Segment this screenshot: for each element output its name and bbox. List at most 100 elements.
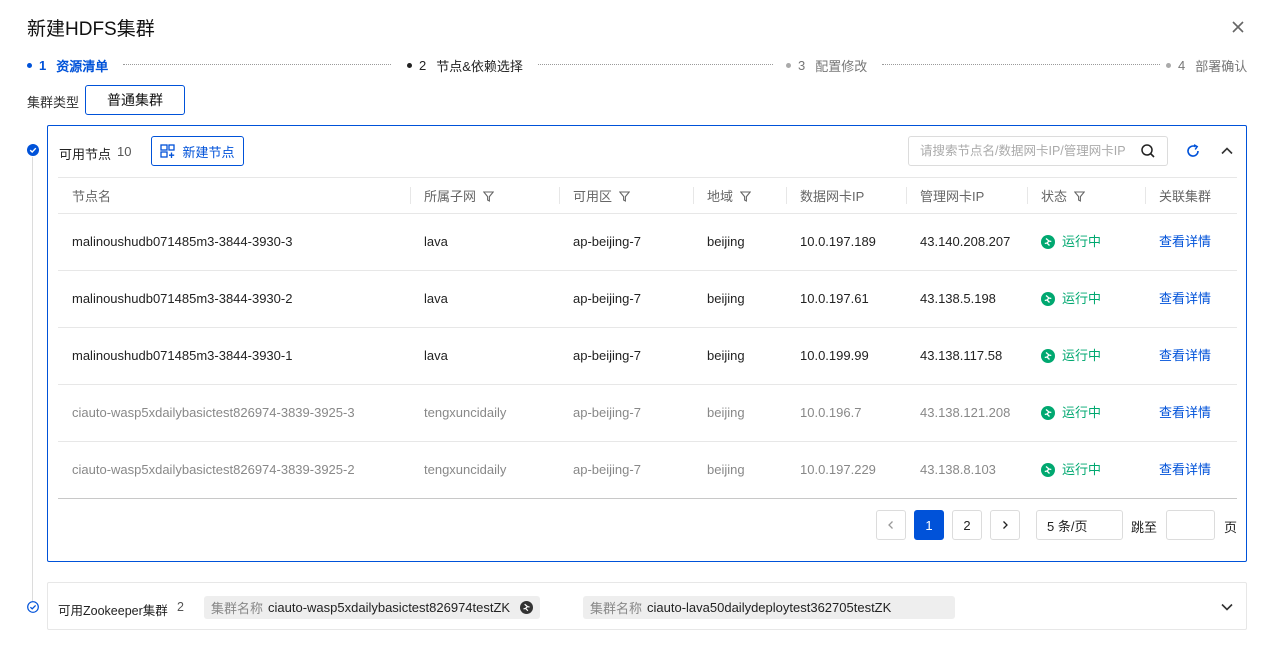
step-config[interactable]: 3 配置修改 [786, 56, 867, 75]
cell-region: beijing [693, 384, 786, 442]
jump-page-input[interactable] [1166, 510, 1215, 540]
table-row[interactable]: malinoushudb071485m3-3844-3930-2 lava ap… [58, 270, 1237, 328]
view-details-link[interactable]: 查看详情 [1159, 405, 1211, 420]
cell-node-name: ciauto-wasp5xdailybasictest826974-3839-3… [58, 441, 410, 499]
zookeeper-count: 2 [177, 600, 184, 614]
chevron-left-icon [888, 521, 893, 529]
cell-subnet: tengxuncidaily [410, 384, 559, 442]
cell-mgmt-ip: 43.138.8.103 [906, 441, 1027, 499]
prev-page-button[interactable] [876, 510, 906, 540]
table-row[interactable]: ciauto-wasp5xdailybasictest826974-3839-3… [58, 441, 1237, 499]
running-status-icon [1041, 235, 1055, 249]
zookeeper-panel: 可用Zookeeper集群 2 集群名称 ciauto-wasp5xdailyb… [47, 582, 1247, 630]
step-connector [123, 64, 391, 65]
available-nodes-panel: 可用节点 10 新建节点 节点名 所属子网 可用区 地域 [47, 125, 1247, 562]
cell-action: 查看详情 [1145, 270, 1237, 328]
view-details-link[interactable]: 查看详情 [1159, 291, 1211, 306]
cell-status: 运行中 [1027, 441, 1145, 499]
cell-zone: ap-beijing-7 [559, 441, 693, 499]
page-suffix-label: 页 [1224, 520, 1238, 535]
filter-icon[interactable] [483, 191, 495, 202]
check-circle-filled-icon [27, 144, 39, 156]
cell-mgmt-ip: 43.138.5.198 [906, 270, 1027, 328]
table-header-row: 节点名 所属子网 可用区 地域 数据网卡IP 管理网卡IP 状态 关联集群 [58, 177, 1237, 214]
cell-status: 运行中 [1027, 270, 1145, 328]
page-button-2[interactable]: 2 [952, 510, 982, 540]
column-header-data-ip: 数据网卡IP [786, 177, 906, 214]
cell-zone: ap-beijing-7 [559, 270, 693, 328]
step-dot [786, 63, 791, 68]
column-header-region: 地域 [693, 177, 786, 214]
cell-region: beijing [693, 213, 786, 271]
chevron-down-icon[interactable] [1219, 599, 1235, 615]
chevron-right-icon [1003, 521, 1008, 529]
jump-label: 跳至 [1131, 520, 1158, 535]
page-button-1[interactable]: 1 [914, 510, 944, 540]
search-icon[interactable] [1140, 143, 1156, 159]
cell-zone: ap-beijing-7 [559, 213, 693, 271]
cell-data-ip: 10.0.199.99 [786, 327, 906, 385]
search-input[interactable] [908, 136, 1168, 166]
table-row[interactable]: malinoushudb071485m3-3844-3930-3 lava ap… [58, 213, 1237, 271]
cell-node-name: ciauto-wasp5xdailybasictest826974-3839-3… [58, 384, 410, 442]
timeline-line [32, 157, 33, 603]
step-dot [407, 63, 412, 68]
next-page-button[interactable] [990, 510, 1020, 540]
cell-zone: ap-beijing-7 [559, 384, 693, 442]
cell-status: 运行中 [1027, 213, 1145, 271]
view-details-link[interactable]: 查看详情 [1159, 348, 1211, 363]
step-resource-list[interactable]: 1 资源清单 [27, 56, 108, 75]
new-node-button[interactable]: 新建节点 [151, 136, 244, 166]
zookeeper-cluster-tag[interactable]: 集群名称 ciauto-lava50dailydeploytest362705t… [583, 596, 955, 619]
nodes-table: 节点名 所属子网 可用区 地域 数据网卡IP 管理网卡IP 状态 关联集群 ma… [58, 177, 1237, 499]
cell-action: 查看详情 [1145, 384, 1237, 442]
view-details-link[interactable]: 查看详情 [1159, 234, 1211, 249]
cluster-type-button[interactable]: 普通集群 [85, 85, 185, 115]
column-header-node-name: 节点名 [58, 177, 410, 214]
cell-action: 查看详情 [1145, 213, 1237, 271]
zookeeper-cluster-tag[interactable]: 集群名称 ciauto-wasp5xdailybasictest826974te… [204, 596, 541, 619]
cell-subnet: tengxuncidaily [410, 441, 559, 499]
cluster-type-label: 集群类型 [27, 95, 80, 110]
cell-status: 运行中 [1027, 384, 1145, 442]
step-connector [882, 64, 1160, 65]
cell-node-name: malinoushudb071485m3-3844-3930-1 [58, 327, 410, 385]
chevron-up-icon[interactable] [1219, 143, 1235, 159]
close-icon[interactable] [1229, 18, 1247, 36]
column-header-linked-cluster: 关联集群 [1145, 177, 1237, 214]
column-header-subnet: 所属子网 [410, 177, 559, 214]
filter-icon[interactable] [1074, 191, 1086, 202]
column-header-status: 状态 [1027, 177, 1145, 214]
cell-region: beijing [693, 441, 786, 499]
cell-data-ip: 10.0.197.189 [786, 213, 906, 271]
table-row[interactable]: ciauto-wasp5xdailybasictest826974-3839-3… [58, 384, 1237, 442]
cell-zone: ap-beijing-7 [559, 327, 693, 385]
cell-mgmt-ip: 43.140.208.207 [906, 213, 1027, 271]
cell-mgmt-ip: 43.138.117.58 [906, 327, 1027, 385]
step-node-selection[interactable]: 2 节点&依赖选择 [407, 56, 523, 75]
step-dot [27, 63, 32, 68]
filter-icon[interactable] [740, 191, 752, 202]
cell-node-name: malinoushudb071485m3-3844-3930-3 [58, 213, 410, 271]
refresh-icon[interactable] [1185, 143, 1201, 159]
cell-subnet: lava [410, 327, 559, 385]
step-dot [1166, 63, 1171, 68]
running-status-icon [1041, 406, 1055, 420]
dialog-title: 新建HDFS集群 [27, 19, 155, 40]
column-header-mgmt-ip: 管理网卡IP [906, 177, 1027, 214]
page-size-select[interactable]: 5 条/页 [1036, 510, 1123, 540]
cell-subnet: lava [410, 270, 559, 328]
table-row[interactable]: malinoushudb071485m3-3844-3930-1 lava ap… [58, 327, 1237, 385]
step-confirm[interactable]: 4 部署确认 [1166, 56, 1247, 75]
running-status-icon [520, 601, 534, 614]
cell-action: 查看详情 [1145, 327, 1237, 385]
filter-icon[interactable] [619, 191, 631, 202]
cell-data-ip: 10.0.196.7 [786, 384, 906, 442]
cell-data-ip: 10.0.197.229 [786, 441, 906, 499]
cell-data-ip: 10.0.197.61 [786, 270, 906, 328]
view-details-link[interactable]: 查看详情 [1159, 462, 1211, 477]
cell-region: beijing [693, 270, 786, 328]
check-circle-outline-icon [27, 601, 39, 613]
column-header-zone: 可用区 [559, 177, 693, 214]
nodes-count: 10 [117, 144, 132, 159]
